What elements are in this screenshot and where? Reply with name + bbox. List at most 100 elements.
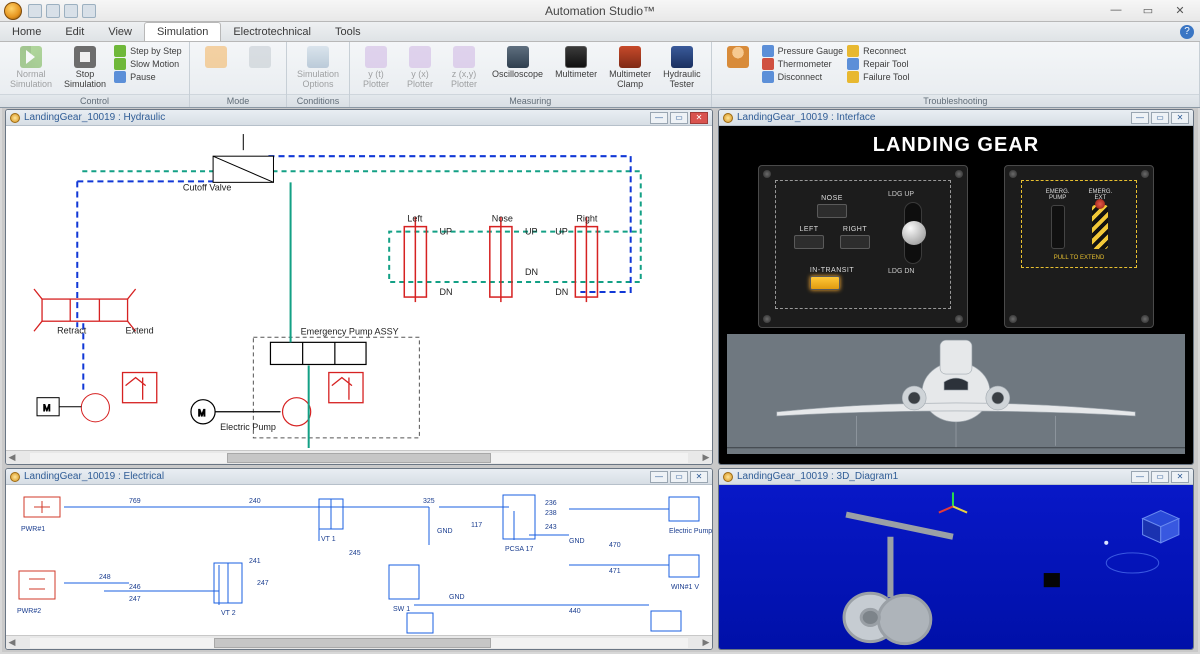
pause-button[interactable]: Pause <box>114 71 182 83</box>
gear-indicator-panel: NOSE LEFT RIGHT IN-TRANSIT LDG UP LDG DN <box>758 165 968 328</box>
hydraulic-scroll-h[interactable]: ◀▶ <box>6 450 712 464</box>
pane-3d: LandingGear_10019 : 3D_Diagram1 — ▭ ✕ <box>718 468 1194 650</box>
qat-more-icon[interactable] <box>82 4 96 18</box>
svg-text:243: 243 <box>545 524 557 531</box>
oscilloscope-button[interactable]: Oscilloscope <box>488 44 547 82</box>
svg-text:DN: DN <box>555 287 568 297</box>
menu-view[interactable]: View <box>96 22 144 41</box>
3d-canvas[interactable] <box>719 485 1193 649</box>
menu-edit[interactable]: Edit <box>53 22 96 41</box>
svg-text:GND: GND <box>437 528 453 535</box>
window-minimize-button[interactable]: — <box>1104 4 1128 17</box>
pane-close-button[interactable]: ✕ <box>1171 471 1189 483</box>
mode-button-2[interactable] <box>240 44 280 72</box>
menu-home[interactable]: Home <box>0 22 53 41</box>
help-icon[interactable]: ? <box>1180 25 1194 39</box>
pane-maximize-button[interactable]: ▭ <box>1151 112 1169 124</box>
workspace: LandingGear_10019 : Hydraulic — ▭ ✕ Cuto… <box>2 108 1198 652</box>
pane-hydraulic: LandingGear_10019 : Hydraulic — ▭ ✕ Cuto… <box>5 109 713 465</box>
repair-tool-button[interactable]: Repair Tool <box>847 58 909 70</box>
troubleshoot-agent-button[interactable] <box>718 44 758 72</box>
landing-gear-heading: LANDING GEAR <box>719 126 1193 157</box>
svg-text:240: 240 <box>249 498 261 505</box>
qat-save-icon[interactable] <box>28 4 42 18</box>
qat-redo-icon[interactable] <box>64 4 78 18</box>
pane-minimize-button[interactable]: — <box>650 471 668 483</box>
simulation-options-button[interactable]: Simulation Options <box>293 44 343 92</box>
quick-access-toolbar <box>28 4 96 18</box>
multimeter-button[interactable]: Multimeter <box>551 44 601 82</box>
menu-tools[interactable]: Tools <box>323 22 373 41</box>
ribbon: Normal Simulation Stop Simulation Step b… <box>0 42 1200 108</box>
pressure-gauge-button[interactable]: Pressure Gauge <box>762 45 844 57</box>
pane-minimize-button[interactable]: — <box>650 112 668 124</box>
svg-text:236: 236 <box>545 500 557 507</box>
svg-text:Extend: Extend <box>126 325 154 335</box>
app-title: Automation Studio™ <box>96 4 1104 18</box>
gear-lever[interactable] <box>904 202 922 264</box>
emerg-pump-switch[interactable] <box>1051 205 1065 249</box>
svg-text:117: 117 <box>471 522 482 529</box>
slow-motion-button[interactable]: Slow Motion <box>114 58 182 70</box>
electrical-scroll-h[interactable]: ◀▶ <box>6 635 712 649</box>
svg-text:M: M <box>43 403 51 413</box>
disconnect-button[interactable]: Disconnect <box>762 71 844 83</box>
mode-button-1[interactable] <box>196 44 236 72</box>
svg-text:SW 1: SW 1 <box>393 606 410 613</box>
svg-text:245: 245 <box>349 550 361 557</box>
pane-maximize-button[interactable]: ▭ <box>670 112 688 124</box>
svg-text:440: 440 <box>569 608 581 615</box>
svg-text:Nose: Nose <box>492 214 513 224</box>
yt-plotter-button[interactable]: y (t) Plotter <box>356 44 396 92</box>
stop-simulation-button[interactable]: Stop Simulation <box>60 44 110 92</box>
step-by-step-button[interactable]: Step by Step <box>114 45 182 57</box>
normal-simulation-button[interactable]: Normal Simulation <box>6 44 56 92</box>
svg-text:UP: UP <box>525 227 538 237</box>
svg-text:PWR#2: PWR#2 <box>17 608 41 615</box>
pane-interface-title: LandingGear_10019 : Interface <box>737 112 875 123</box>
zxy-plotter-button[interactable]: z (x,y) Plotter <box>444 44 484 92</box>
svg-text:325: 325 <box>423 498 435 505</box>
pane-maximize-button[interactable]: ▭ <box>670 471 688 483</box>
pane-close-button[interactable]: ✕ <box>690 471 708 483</box>
svg-text:Emergency Pump ASSY: Emergency Pump ASSY <box>301 326 399 336</box>
window-maximize-button[interactable]: ▭ <box>1136 4 1160 17</box>
pane-minimize-button[interactable]: — <box>1131 112 1149 124</box>
svg-text:GND: GND <box>569 538 585 545</box>
yx-plotter-button[interactable]: y (x) Plotter <box>400 44 440 92</box>
svg-text:247: 247 <box>257 580 269 587</box>
svg-text:VT 1: VT 1 <box>321 536 336 543</box>
reconnect-button[interactable]: Reconnect <box>847 45 909 57</box>
ribbon-group-measuring-label: Measuring <box>350 94 711 107</box>
ribbon-group-troubleshooting-label: Troubleshooting <box>712 94 1199 107</box>
pane-close-button[interactable]: ✕ <box>690 112 708 124</box>
svg-text:470: 470 <box>609 542 621 549</box>
multimeter-clamp-button[interactable]: Multimeter Clamp <box>605 44 655 92</box>
emergency-panel: EMERG. PUMP EMERG. EXT PULL TO EXTEND <box>1004 165 1154 328</box>
svg-text:UP: UP <box>555 227 568 237</box>
pane-hydraulic-title: LandingGear_10019 : Hydraulic <box>24 112 165 123</box>
qat-undo-icon[interactable] <box>46 4 60 18</box>
pane-electrical-title: LandingGear_10019 : Electrical <box>24 471 164 482</box>
hydraulic-canvas[interactable]: Cutoff Valve Left Nose Right UP UP UP DN… <box>6 126 712 450</box>
pane-maximize-button[interactable]: ▭ <box>1151 471 1169 483</box>
emerg-ext-handle[interactable] <box>1092 205 1108 249</box>
pane-close-button[interactable]: ✕ <box>1171 112 1189 124</box>
menu-simulation[interactable]: Simulation <box>144 22 221 41</box>
window-close-button[interactable]: ✕ <box>1168 4 1192 17</box>
hydraulic-tester-button[interactable]: Hydraulic Tester <box>659 44 705 92</box>
svg-text:Electric Pump: Electric Pump <box>220 422 276 432</box>
svg-text:VT 2: VT 2 <box>221 610 236 617</box>
pane-interface: LandingGear_10019 : Interface — ▭ ✕ LAND… <box>718 109 1194 465</box>
interface-canvas[interactable]: LANDING GEAR NOSE LEFT RIGHT IN-TRANSIT <box>719 126 1193 464</box>
svg-text:Left: Left <box>407 214 423 224</box>
svg-text:238: 238 <box>545 510 557 517</box>
thermometer-button[interactable]: Thermometer <box>762 58 844 70</box>
failure-tool-button[interactable]: Failure Tool <box>847 71 909 83</box>
electrical-canvas[interactable]: PWR#1 PWR#2 VT 1 VT 2 PCSA 17 SW 1 SW 2 <box>6 485 712 635</box>
pane-3d-title: LandingGear_10019 : 3D_Diagram1 <box>737 471 898 482</box>
svg-text:UP: UP <box>439 227 452 237</box>
pane-minimize-button[interactable]: — <box>1131 471 1149 483</box>
svg-text:246: 246 <box>129 584 141 591</box>
menu-electrotechnical[interactable]: Electrotechnical <box>221 22 323 41</box>
